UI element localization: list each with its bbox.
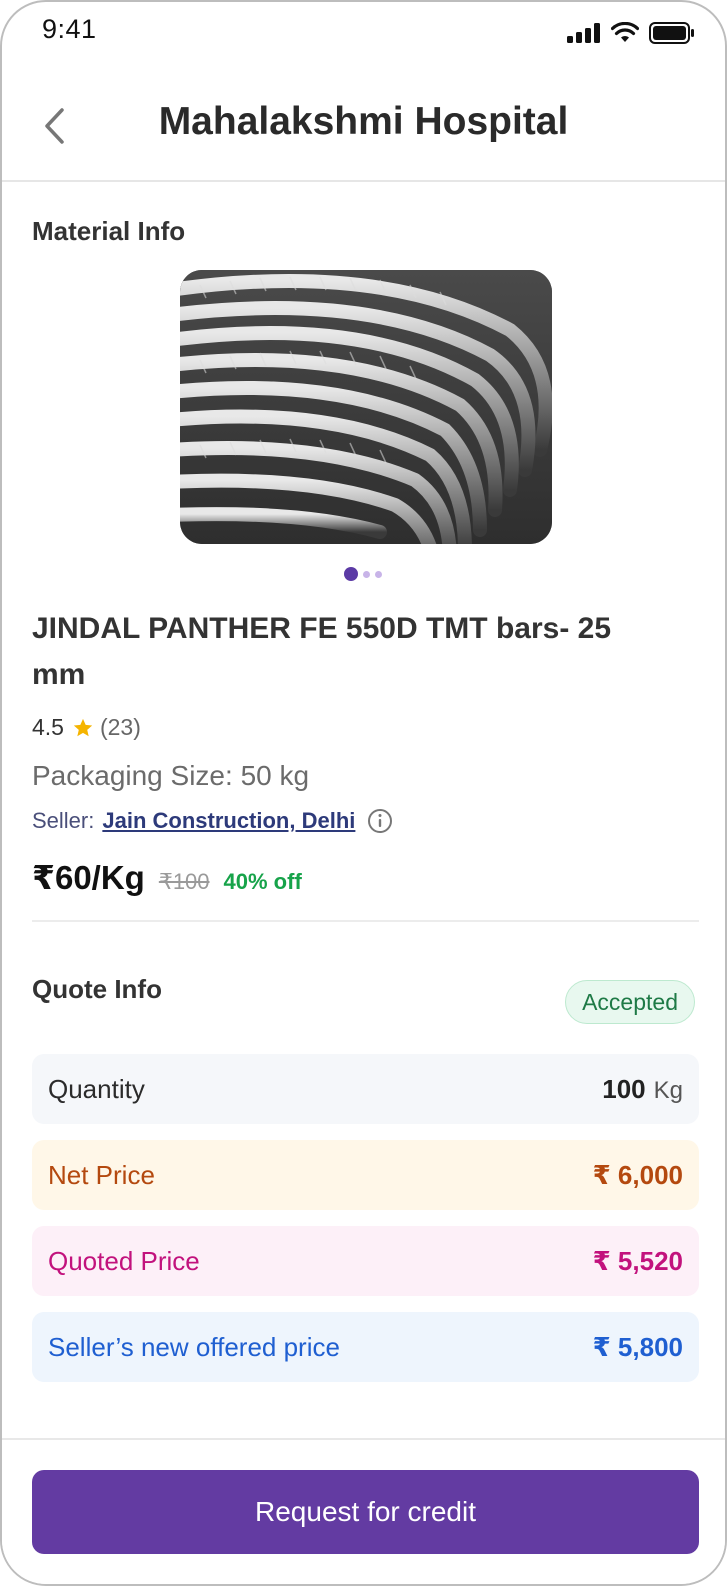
net-price-label: Net Price — [48, 1159, 155, 1190]
seller-offer-value: ₹ 5,800 — [592, 1331, 683, 1362]
battery-icon — [649, 22, 694, 44]
carousel-dots[interactable] — [344, 567, 382, 581]
status-bar: 9:41 — [2, 2, 725, 62]
seller-offer-label: Seller’s new offered price — [48, 1331, 340, 1362]
tmt-bars-image — [180, 270, 552, 544]
quantity-value-wrap: 100 Kg — [602, 1074, 683, 1105]
phone-frame: 9:41 Mahalakshmi Hospital Material Info … — [0, 0, 727, 1586]
quantity-value: 100 — [602, 1073, 646, 1104]
info-icon[interactable] — [367, 808, 393, 834]
net-price-row: Net Price ₹ 6,000 — [32, 1140, 699, 1210]
quote-info-label: Quote Info — [32, 974, 162, 1004]
wifi-icon — [611, 22, 639, 42]
seller-link[interactable]: Jain Construction, Delhi — [102, 808, 355, 834]
status-badge: Accepted — [565, 980, 695, 1024]
signal-icon — [567, 23, 600, 43]
quantity-row: Quantity 100 Kg — [32, 1054, 699, 1124]
material-info-label: Material Info — [32, 216, 186, 246]
quoted-price-row: Quoted Price ₹ 5,520 — [32, 1226, 699, 1296]
status-time: 9:41 — [42, 14, 97, 44]
quantity-unit: Kg — [653, 1076, 683, 1104]
quantity-label: Quantity — [48, 1073, 145, 1104]
rating-count: (23) — [99, 714, 141, 740]
rating-value: 4.5 — [32, 714, 64, 740]
product-image[interactable] — [180, 270, 552, 544]
unit-price: ₹60/Kg — [32, 859, 145, 896]
seller-label: Seller: — [32, 808, 95, 833]
rating-row: 4.5 (23) — [32, 714, 141, 741]
section-divider — [32, 920, 699, 922]
price-row: ₹60/Kg ₹100 40% off — [32, 858, 302, 897]
carousel-dot[interactable] — [375, 570, 382, 578]
packaging-size: Packaging Size: 50 kg — [32, 760, 310, 791]
carousel-dot-active[interactable] — [344, 567, 358, 581]
page-title: Mahalakshmi Hospital — [158, 100, 569, 143]
request-credit-button[interactable]: Request for credit — [32, 1470, 699, 1554]
seller-row: Seller: Jain Construction, Delhi — [32, 808, 393, 834]
quoted-price-value: ₹ 5,520 — [592, 1245, 683, 1276]
original-price: ₹100 — [158, 869, 210, 894]
status-icons — [567, 22, 695, 44]
discount-label: 40% off — [223, 869, 302, 894]
carousel-dot[interactable] — [363, 570, 370, 578]
net-price-value: ₹ 6,000 — [592, 1159, 683, 1190]
quoted-price-label: Quoted Price — [48, 1245, 200, 1276]
seller-offer-row: Seller’s new offered price ₹ 5,800 — [32, 1312, 699, 1382]
product-name: JINDAL PANTHER FE 550D TMT bars- 25 mm — [32, 612, 612, 691]
app-header: Mahalakshmi Hospital — [2, 82, 725, 182]
star-icon — [73, 718, 93, 736]
